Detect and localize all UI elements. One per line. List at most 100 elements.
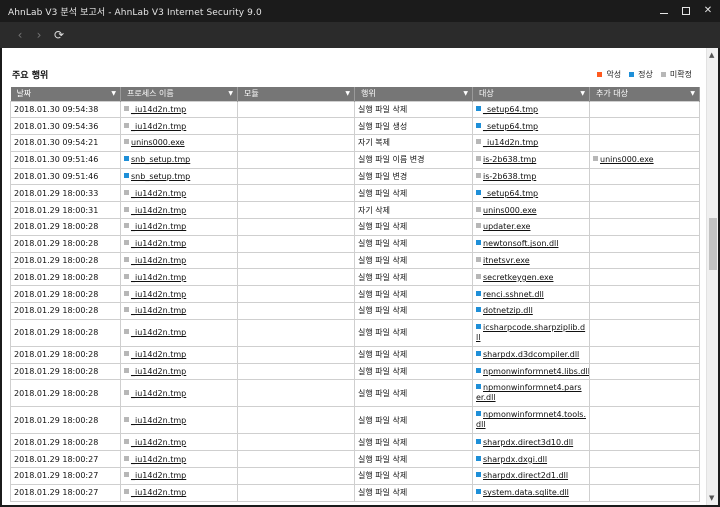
target-cell-link[interactable]: _setup64.tmp <box>483 122 538 131</box>
legend-normal-label: 정상 <box>638 70 653 79</box>
process-cell-link[interactable]: _iu14d2n.tmp <box>131 222 186 231</box>
target-cell-link[interactable]: is-2b638.tmp <box>483 172 536 181</box>
action-cell: 실행 파일 이름 변경 <box>354 150 473 169</box>
process-cell: _iu14d2n.tmp <box>120 184 238 203</box>
forward-button[interactable]: › <box>31 27 47 43</box>
process-cell-link[interactable]: unins000.exe <box>131 138 185 147</box>
status-marker-icon <box>476 223 481 229</box>
target-cell-link[interactable]: _setup64.tmp <box>483 105 538 114</box>
target-cell-link[interactable]: newtonsoft.json.dll <box>483 239 558 248</box>
target-cell-link[interactable]: icsharpcode.sharpziplib.dll <box>476 323 585 342</box>
process-cell-link[interactable]: _iu14d2n.tmp <box>131 306 186 315</box>
status-marker-icon <box>476 307 481 313</box>
back-button[interactable]: ‹ <box>12 27 28 43</box>
process-cell-link[interactable]: _iu14d2n.tmp <box>131 189 186 198</box>
target-cell-link[interactable]: is-2b638.tmp <box>483 155 536 164</box>
module-cell <box>237 234 355 253</box>
process-cell-link[interactable]: _iu14d2n.tmp <box>131 488 186 497</box>
scroll-down-icon[interactable]: ▼ <box>709 494 714 502</box>
process-cell-link[interactable]: _iu14d2n.tmp <box>131 416 186 425</box>
process-cell-link[interactable]: _iu14d2n.tmp <box>131 122 186 131</box>
target-cell-link[interactable]: sharpdx.dxgi.dll <box>483 455 547 464</box>
process-cell-link[interactable]: _iu14d2n.tmp <box>131 256 186 265</box>
action-cell: 실행 파일 삭제 <box>354 450 473 469</box>
process-cell-link[interactable]: snb_setup.tmp <box>131 172 190 181</box>
process-cell-link[interactable]: _iu14d2n.tmp <box>131 438 186 447</box>
module-cell <box>237 268 355 287</box>
column-header-date[interactable]: 날짜 ▼ <box>10 87 121 101</box>
target-cell-link[interactable]: _iu14d2n.tmp <box>483 138 538 147</box>
refresh-button[interactable]: ⟳ <box>51 27 67 43</box>
process-cell-link[interactable]: _iu14d2n.tmp <box>131 367 186 376</box>
scrollbar-thumb[interactable] <box>709 218 717 270</box>
module-cell <box>237 184 355 203</box>
action-cell: 실행 파일 삭제 <box>354 483 473 502</box>
target-cell-link[interactable]: secretkeygen.exe <box>483 273 553 282</box>
date-cell: 2018.01.29 18:00:28 <box>10 218 121 236</box>
target-cell-link[interactable]: sharpdx.direct3d10.dll <box>483 438 573 447</box>
column-header-action[interactable]: 행위 ▼ <box>354 87 473 101</box>
target-cell: renci.sshnet.dll <box>472 285 590 304</box>
status-marker-icon <box>476 438 481 444</box>
date-cell: 2018.01.29 18:00:28 <box>10 318 121 347</box>
scroll-up-icon[interactable]: ▲ <box>709 51 714 59</box>
process-cell-link[interactable]: _iu14d2n.tmp <box>131 239 186 248</box>
target-cell-link[interactable]: _setup64.tmp <box>483 189 538 198</box>
target-cell-link[interactable]: npmonwinformnet4.tools.dll <box>476 410 586 429</box>
target-cell-link[interactable]: itnetsvr.exe <box>483 256 530 265</box>
process-cell-link[interactable]: snb_setup.tmp <box>131 155 190 164</box>
status-marker-icon <box>476 351 481 357</box>
module-cell <box>237 251 355 270</box>
target-cell: secretkeygen.exe <box>472 268 590 287</box>
target-cell-link[interactable]: system.data.sqlite.dll <box>483 488 569 497</box>
module-cell <box>237 167 355 186</box>
process-cell-link[interactable]: _iu14d2n.tmp <box>131 350 186 359</box>
column-header-target[interactable]: 대상 ▼ <box>472 87 590 101</box>
target-cell-link[interactable]: npmonwinformnet4.parser.dll <box>476 383 582 402</box>
extra-target-cell <box>589 268 700 287</box>
vertical-scrollbar[interactable]: ▲ ▼ <box>706 48 718 505</box>
column-header-process[interactable]: 프로세스 이름 ▼ <box>120 87 238 101</box>
process-cell-link[interactable]: _iu14d2n.tmp <box>131 206 186 215</box>
date-cell: 2018.01.30 09:54:36 <box>10 117 121 136</box>
process-cell-link[interactable]: _iu14d2n.tmp <box>131 455 186 464</box>
target-cell: is-2b638.tmp <box>472 150 590 169</box>
extra-target-cell-link[interactable]: unins000.exe <box>600 155 654 164</box>
minimize-button[interactable] <box>656 3 672 19</box>
target-cell-link[interactable]: dotnetzip.dll <box>483 306 533 315</box>
status-marker-icon <box>476 257 481 263</box>
target-cell-link[interactable]: updater.exe <box>483 222 530 231</box>
status-marker-icon <box>476 384 481 390</box>
status-marker-icon <box>124 257 129 263</box>
target-cell-link[interactable]: unins000.exe <box>483 206 537 215</box>
status-marker-icon <box>124 273 129 279</box>
date-cell: 2018.01.29 18:00:28 <box>10 362 121 381</box>
extra-target-cell <box>589 234 700 253</box>
target-cell-link[interactable]: renci.sshnet.dll <box>483 290 544 299</box>
target-cell-link[interactable]: npmonwinformnet4.libs.dll <box>483 367 589 376</box>
extra-target-cell: unins000.exe <box>589 150 700 169</box>
extra-target-cell <box>589 134 700 152</box>
legend: 악성 정상 미확정 <box>597 69 692 80</box>
date-cell: 2018.01.29 18:00:28 <box>10 234 121 253</box>
process-cell-link[interactable]: _iu14d2n.tmp <box>131 290 186 299</box>
column-header-extra-target[interactable]: 추가 대상 ▼ <box>589 87 700 101</box>
maximize-button[interactable] <box>678 3 694 19</box>
status-marker-icon <box>124 139 129 145</box>
table-header: 날짜 ▼ 프로세스 이름 ▼ 모듈 ▼ 행위 ▼ 대상 ▼ 추가 대상 ▼ <box>10 87 700 101</box>
column-header-module[interactable]: 모듈 ▼ <box>237 87 355 101</box>
close-button[interactable]: ✕ <box>700 3 716 19</box>
process-cell-link[interactable]: _iu14d2n.tmp <box>131 105 186 114</box>
status-marker-icon <box>124 189 129 195</box>
sort-caret-icon: ▼ <box>345 90 350 97</box>
target-cell-link[interactable]: sharpdx.direct2d1.dll <box>483 471 568 480</box>
action-cell: 실행 파일 삭제 <box>354 268 473 287</box>
process-cell-link[interactable]: _iu14d2n.tmp <box>131 471 186 480</box>
process-cell-link[interactable]: _iu14d2n.tmp <box>131 389 186 398</box>
process-cell-link[interactable]: _iu14d2n.tmp <box>131 273 186 282</box>
target-cell-link[interactable]: sharpdx.d3dcompiler.dll <box>483 350 579 359</box>
status-marker-icon <box>476 290 481 296</box>
legend-unconfirmed: 미확정 <box>660 69 692 80</box>
process-cell-link[interactable]: _iu14d2n.tmp <box>131 328 186 337</box>
process-cell: _iu14d2n.tmp <box>120 117 238 136</box>
